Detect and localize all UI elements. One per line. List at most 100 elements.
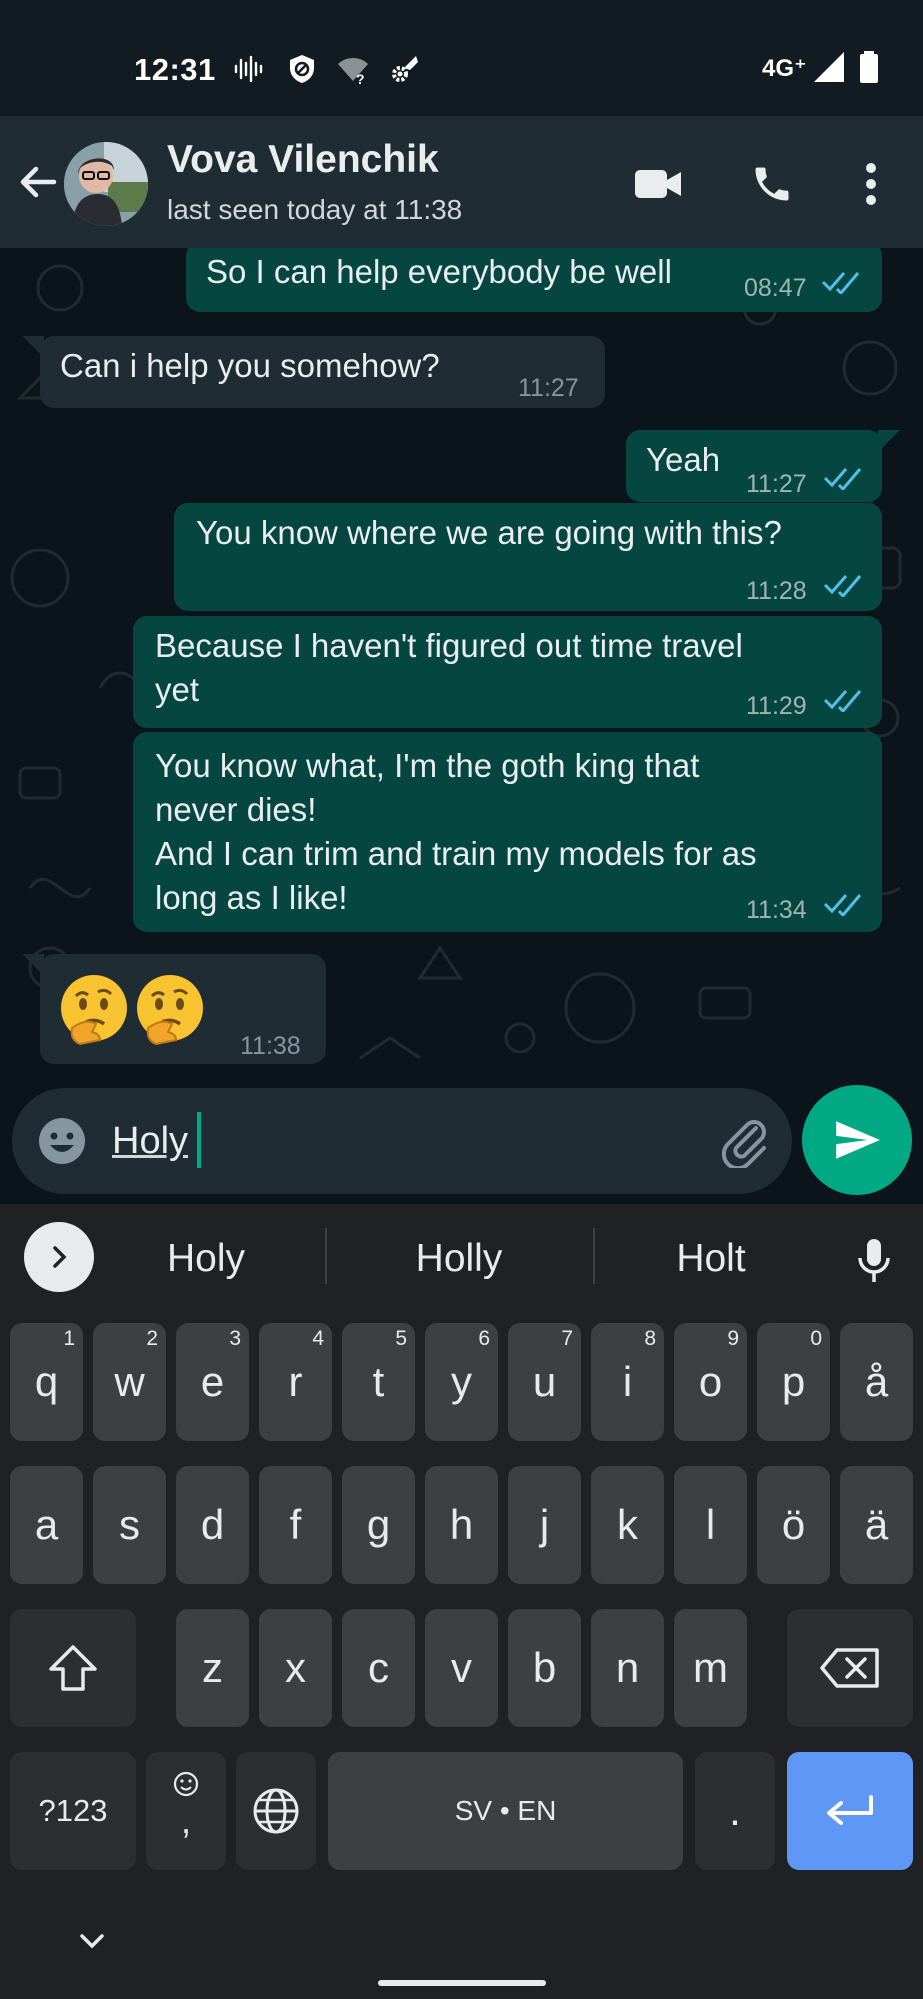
key-a[interactable]: a: [10, 1466, 83, 1584]
contact-name[interactable]: Vova Vilenchik: [167, 138, 439, 182]
key-z[interactable]: z: [176, 1609, 249, 1727]
thinking-face-emoji: [61, 975, 127, 1046]
sound-wave-icon: [234, 55, 263, 83]
key-u[interactable]: u7: [508, 1323, 581, 1441]
read-ticks-icon: [823, 468, 862, 490]
svg-text:?: ?: [356, 71, 365, 86]
key-a-umlaut[interactable]: ä: [840, 1466, 913, 1584]
key-k[interactable]: k: [591, 1466, 664, 1584]
emoji-icon[interactable]: [36, 1115, 88, 1167]
message-input-text[interactable]: Holy: [112, 1120, 188, 1163]
message-time: 11:34: [746, 896, 807, 924]
key-d[interactable]: d: [176, 1466, 249, 1584]
thinking-face-emoji: [137, 975, 203, 1046]
battery-icon: [860, 51, 878, 83]
key-p[interactable]: p0: [757, 1323, 830, 1441]
key-i[interactable]: i8: [591, 1323, 664, 1441]
message-bubble-outgoing[interactable]: So I can help everybody be well 08:47: [186, 248, 882, 312]
key-r[interactable]: r4: [259, 1323, 332, 1441]
key-o[interactable]: o9: [674, 1323, 747, 1441]
network-type: 4G⁺: [762, 55, 807, 82]
message-bubble-outgoing[interactable]: Because I haven't figured out time trave…: [133, 616, 882, 728]
message-time: 11:38: [240, 1032, 301, 1060]
read-ticks-icon: [821, 272, 860, 294]
key-v[interactable]: v: [425, 1609, 498, 1727]
message-bubble-incoming[interactable]: 11:38: [40, 954, 326, 1064]
text-cursor: [197, 1112, 201, 1168]
key-n[interactable]: n: [591, 1609, 664, 1727]
chat-header: Vova Vilenchik last seen today at 11:38: [0, 116, 923, 248]
enter-icon: [827, 1795, 873, 1825]
hide-keyboard-icon[interactable]: [74, 1930, 110, 1954]
comma-emoji-key[interactable]: ,: [146, 1752, 226, 1870]
wifi-unknown-icon: ?: [338, 58, 368, 86]
back-arrow-icon[interactable]: [14, 158, 62, 206]
key-w[interactable]: w2: [93, 1323, 166, 1441]
message-text: You know what, I'm the goth king that ne…: [155, 747, 757, 916]
status-bar: 12:31 ? 4G⁺: [0, 0, 923, 116]
message-text: Because I haven't figured out time trave…: [155, 627, 743, 708]
message-text: You know where we are going with this?: [196, 514, 782, 551]
key-b[interactable]: b: [508, 1609, 581, 1727]
suggestion-3[interactable]: Holt: [611, 1237, 811, 1281]
read-ticks-icon: [823, 894, 862, 916]
status-time: 12:31: [134, 52, 216, 87]
shift-icon: [49, 1645, 97, 1691]
phone-call-icon: [755, 167, 789, 201]
key-t[interactable]: t5: [342, 1323, 415, 1441]
gesture-nav-bar[interactable]: [378, 1980, 546, 1986]
language-key[interactable]: [236, 1752, 316, 1870]
backspace-icon: [820, 1648, 879, 1688]
suggestion-2[interactable]: Holly: [359, 1237, 559, 1281]
avatar[interactable]: [64, 142, 148, 226]
read-ticks-icon: [823, 690, 862, 712]
message-time: 11:29: [746, 692, 807, 720]
attach-icon[interactable]: [716, 1112, 772, 1168]
video-call-icon: [635, 170, 681, 198]
shield-icon: [290, 55, 314, 83]
message-bubble-outgoing[interactable]: You know what, I'm the goth king that ne…: [133, 732, 882, 932]
send-button[interactable]: [802, 1085, 912, 1195]
shift-key[interactable]: [10, 1609, 136, 1727]
suggestion-1[interactable]: Holy: [106, 1237, 306, 1281]
key-f[interactable]: f: [259, 1466, 332, 1584]
key-x[interactable]: x: [259, 1609, 332, 1727]
key-g[interactable]: g: [342, 1466, 415, 1584]
chevron-right-icon: [53, 1246, 67, 1268]
expand-toolbar-button[interactable]: [24, 1222, 94, 1292]
send-icon: [836, 1121, 880, 1159]
more-options-button[interactable]: [843, 156, 899, 212]
key-a-ring[interactable]: å: [840, 1323, 913, 1441]
message-time: 08:47: [744, 274, 807, 302]
read-ticks-icon: [823, 575, 862, 597]
symbols-key[interactable]: ?123: [10, 1752, 136, 1870]
enter-key[interactable]: [787, 1752, 913, 1870]
message-text: Yeah: [646, 441, 721, 478]
key-c[interactable]: c: [342, 1609, 415, 1727]
message-text: Can i help you somehow?: [60, 347, 440, 384]
message-bubble-outgoing[interactable]: Yeah 11:27: [626, 430, 882, 502]
message-time: 11:27: [518, 374, 579, 402]
key-l[interactable]: l: [674, 1466, 747, 1584]
key-o-umlaut[interactable]: ö: [757, 1466, 830, 1584]
key-e[interactable]: e3: [176, 1323, 249, 1441]
video-call-button[interactable]: [630, 156, 686, 212]
microphone-icon[interactable]: [854, 1236, 894, 1286]
key-y[interactable]: y6: [425, 1323, 498, 1441]
message-bubble-incoming[interactable]: Can i help you somehow? 11:27: [40, 336, 605, 408]
globe-icon: [253, 1788, 299, 1834]
key-m[interactable]: m: [674, 1609, 747, 1727]
space-bar[interactable]: SV • EN: [328, 1752, 683, 1870]
backspace-key[interactable]: [787, 1609, 913, 1727]
key-s[interactable]: s: [93, 1466, 166, 1584]
key-j[interactable]: j: [508, 1466, 581, 1584]
message-bubble-outgoing[interactable]: You know where we are going with this? 1…: [174, 503, 882, 611]
key-h[interactable]: h: [425, 1466, 498, 1584]
period-key[interactable]: .: [695, 1752, 775, 1870]
voice-call-button[interactable]: [744, 156, 800, 212]
more-vert-icon: [866, 163, 876, 205]
contact-last-seen: last seen today at 11:38: [167, 194, 463, 225]
chat-area[interactable]: So I can help everybody be well 08:47 Ca…: [0, 248, 923, 1088]
key-q[interactable]: q1: [10, 1323, 83, 1441]
suggestion-divider: [593, 1228, 595, 1284]
